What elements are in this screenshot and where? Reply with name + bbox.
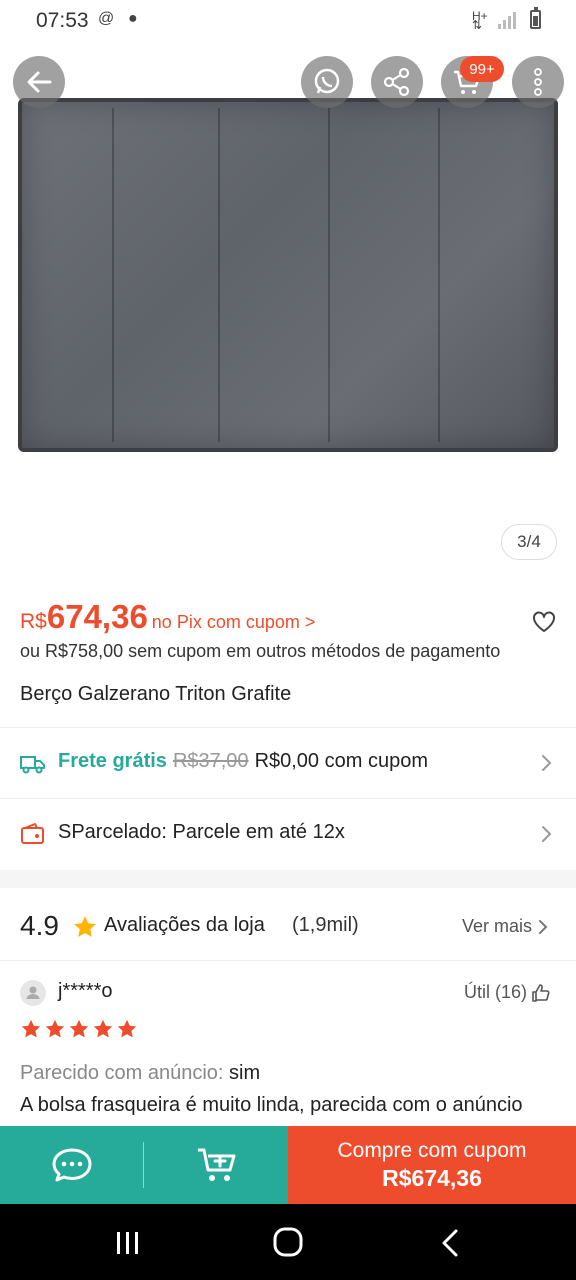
bottom-action-bar: Compre com cupom R$674,36 (0, 1126, 576, 1204)
user-icon (26, 986, 40, 999)
see-more-label: Ver mais (462, 916, 533, 936)
system-nav-bar (0, 1204, 576, 1280)
review-text: A bolsa frasqueira é muito linda, pareci… (20, 1094, 523, 1116)
favorite-button[interactable] (531, 609, 557, 635)
shipping-old-price: R$37,00 (172, 750, 249, 772)
see-more-link[interactable]: Ver mais (462, 916, 548, 937)
store-rating-row[interactable]: 4.9 Avaliações da loja (1,9mil) Ver mais (0, 890, 576, 960)
star-icon (45, 1019, 65, 1038)
similar-to-listing: Parecido com anúncio: sim (20, 1062, 260, 1085)
chevron-right-icon (542, 826, 552, 842)
divider (0, 960, 576, 961)
chevron-right-icon (539, 919, 548, 934)
cart-count-badge: 99+ (460, 56, 504, 82)
recent-apps-button[interactable] (114, 1230, 142, 1256)
chevron-right-icon (542, 755, 552, 771)
back-nav-button[interactable] (438, 1228, 462, 1258)
useful-count: Útil (16) (464, 982, 528, 1002)
product-image-gallery[interactable]: 3/4 (0, 42, 576, 582)
more-vertical-icon (534, 68, 542, 96)
status-time: 07:53 (36, 9, 89, 32)
buy-price: R$674,36 (382, 1164, 482, 1191)
reviewer-name: j*****o (58, 980, 113, 1002)
star-icon (21, 1019, 41, 1038)
buy-label: Compre com cupom (337, 1138, 527, 1162)
arrow-left-icon (27, 71, 52, 93)
similar-label: Parecido com anúncio: (20, 1062, 224, 1084)
installments-text: SParcelado: Parcele em até 12x (58, 821, 345, 843)
bottom-left-actions (0, 1126, 288, 1204)
price-value: 674,36 (46, 598, 148, 635)
star-icon (74, 916, 96, 937)
similar-value: sim (229, 1062, 261, 1084)
star-icon (93, 1019, 113, 1038)
chat-button[interactable] (50, 1146, 94, 1184)
product-title: Berço Galzerano Triton Grafite (20, 683, 292, 705)
threads-icon: @ (98, 10, 115, 27)
review-item[interactable]: j*****o Útil (16) Parecido com anúncio: … (0, 962, 576, 1126)
alternative-price: ou R$758,00 sem cupom em outros métodos … (20, 641, 501, 661)
store-rating-score: 4.9 (20, 910, 59, 941)
review-stars (20, 1018, 138, 1040)
shipping-text: Frete grátis R$37,00 R$0,00 com cupom (58, 750, 428, 773)
divider (143, 1142, 144, 1188)
star-icon (117, 1019, 137, 1038)
shipping-row[interactable]: Frete grátis R$37,00 R$0,00 com cupom (0, 728, 576, 798)
image-counter: 3/4 (501, 524, 557, 560)
whatsapp-share-button[interactable] (301, 56, 353, 108)
price-row[interactable]: R$ 674,36 no Pix com cupom > (20, 598, 315, 636)
store-rating-label: Avaliações da loja (104, 914, 265, 936)
add-to-cart-button[interactable] (196, 1145, 238, 1185)
message-icon: ● (128, 10, 138, 27)
product-image[interactable] (18, 98, 558, 452)
store-rating-count: (1,9mil) (292, 914, 359, 936)
useful-button[interactable]: Útil (16) (464, 982, 551, 1003)
thumbs-up-icon (532, 983, 550, 1002)
avatar (20, 980, 46, 1006)
battery-icon (530, 7, 541, 29)
more-options-button[interactable] (512, 56, 564, 108)
free-shipping-label: Frete grátis (58, 750, 167, 772)
heart-icon (533, 611, 555, 632)
share-icon (383, 67, 410, 97)
whatsapp-icon (314, 68, 340, 94)
pix-coupon-link[interactable]: no Pix com cupom > (152, 612, 316, 633)
home-button[interactable] (272, 1226, 304, 1258)
back-button[interactable] (13, 56, 65, 108)
signal-icon (498, 12, 516, 29)
price-currency: R$ (20, 610, 47, 633)
share-button[interactable] (371, 56, 423, 108)
installment-wallet-icon (21, 823, 44, 844)
truck-icon (20, 756, 45, 774)
star-icon (69, 1019, 89, 1038)
installments-row[interactable]: SParcelado: Parcele em até 12x (0, 799, 576, 869)
status-bar: 07:53 @ ● H+ ⇅ (0, 0, 576, 42)
data-transfer-icon: H+ ⇅ (472, 9, 488, 32)
buy-with-coupon-button[interactable]: Compre com cupom R$674,36 (288, 1126, 576, 1204)
section-divider (0, 870, 576, 888)
shipping-new-price: R$0,00 com cupom (254, 750, 428, 772)
